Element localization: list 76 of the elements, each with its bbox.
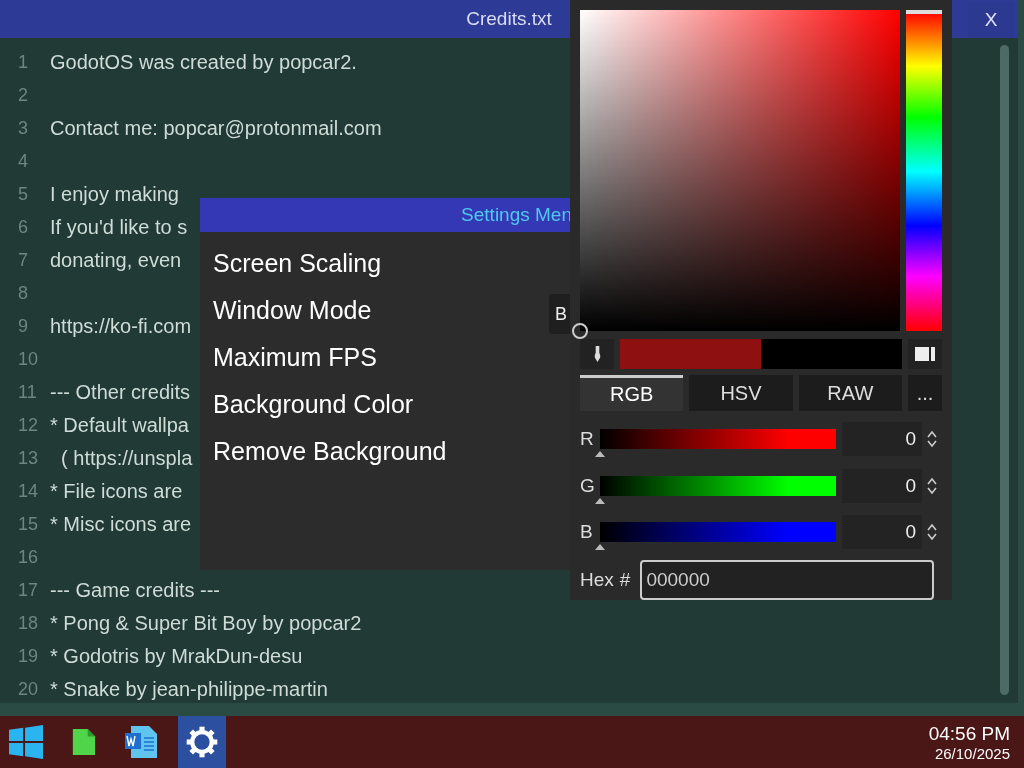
- number-field[interactable]: 0: [842, 468, 922, 503]
- windows-logo-icon: [9, 725, 43, 759]
- mode-tab[interactable]: RGB: [580, 375, 684, 412]
- settings-icon: [185, 725, 219, 759]
- text-line: I enjoy making: [50, 183, 179, 206]
- line-number: 2: [18, 85, 29, 106]
- text-line: If you'd like to s: [50, 216, 188, 239]
- slider-handle[interactable]: [595, 543, 605, 550]
- menu-item[interactable]: Maximum FPS: [213, 340, 377, 374]
- line-number: 10: [18, 349, 40, 370]
- hue-marker[interactable]: [906, 12, 942, 14]
- clock-date: 26/10/2025: [934, 744, 1010, 762]
- eyedropper-icon: [592, 344, 602, 364]
- hash-label: #: [619, 569, 631, 591]
- text-line: * Snake by jean-philippe-martin: [50, 678, 328, 701]
- text-line: * File icons are: [50, 480, 183, 503]
- line-number: 9: [18, 316, 29, 337]
- eyedropper-button[interactable]: [580, 339, 614, 369]
- spinner-arrows-icon: [926, 476, 938, 495]
- spinner-arrows-icon: [926, 522, 938, 541]
- scrollbar[interactable]: [1000, 45, 1009, 695]
- line-number: 4: [18, 151, 29, 172]
- line-number: 19: [18, 646, 40, 667]
- text-line: donating, even: [50, 249, 182, 272]
- hex-field[interactable]: 000000: [640, 560, 935, 600]
- hue-slider[interactable]: [906, 10, 942, 331]
- text-line: * Default wallpa: [50, 414, 189, 437]
- file-icon: [71, 727, 97, 757]
- spinner-arrows-icon: [926, 430, 938, 449]
- line-number: 16: [18, 547, 40, 568]
- hex-label: Hex: [580, 569, 614, 591]
- text-line: --- Other credits: [50, 381, 191, 404]
- text-line: https://ko-fi.com: [50, 315, 192, 338]
- document-icon: [125, 725, 159, 759]
- menu-item[interactable]: Remove Background: [213, 434, 447, 468]
- number-field[interactable]: 0: [842, 422, 922, 457]
- line-number: 15: [18, 514, 40, 535]
- mode-tab[interactable]: HSV: [689, 375, 793, 412]
- slider-handle[interactable]: [595, 451, 605, 458]
- line-number: 1: [18, 52, 29, 73]
- line-number: 6: [18, 217, 29, 238]
- line-number: 8: [18, 283, 29, 304]
- line-number: 13: [18, 448, 40, 469]
- channel-label: G: [580, 474, 596, 497]
- panel-icon: [915, 347, 935, 361]
- line-number: 11: [18, 382, 38, 403]
- text-line: --- Game credits ---: [50, 579, 220, 602]
- line-number: 3: [18, 118, 29, 139]
- slider-handle[interactable]: [595, 497, 605, 504]
- line-number: 12: [18, 415, 40, 436]
- line-number: 7: [18, 250, 29, 271]
- text-line: Contact me: popcar@protonmail.com: [50, 117, 382, 140]
- window-title: Credits.txt: [466, 8, 552, 30]
- text-line: * Misc icons are: [50, 513, 192, 536]
- line-number: 14: [18, 481, 40, 502]
- line-number: 5: [18, 184, 29, 205]
- line-number: 20: [18, 679, 40, 700]
- channel-label: R: [580, 428, 595, 451]
- mode-tab[interactable]: RAW: [798, 375, 902, 412]
- clock-time: 04:56 PM: [928, 722, 1010, 745]
- text-line: * Pong & Super Bit Boy by popcar2: [50, 612, 362, 635]
- line-number: 17: [18, 580, 40, 601]
- more-button[interactable]: ...: [908, 375, 942, 412]
- text-line: ( https://unspla: [60, 447, 193, 470]
- button[interactable]: B: [549, 294, 573, 334]
- toggle-button[interactable]: [908, 339, 942, 369]
- close-button[interactable]: X: [968, 2, 1014, 38]
- text-line: GodotOS was created by popcar2.: [50, 51, 357, 74]
- menu-item[interactable]: Background Color: [213, 387, 414, 421]
- taskbar-button[interactable]: [178, 716, 226, 768]
- text-line: * Godotris by MrakDun-desu: [50, 645, 303, 668]
- line-number: 18: [18, 613, 40, 634]
- menu-item[interactable]: Screen Scaling: [213, 246, 382, 280]
- channel-label: B: [580, 520, 594, 543]
- menu-item[interactable]: Window Mode: [213, 293, 372, 327]
- number-field[interactable]: 0: [842, 514, 922, 549]
